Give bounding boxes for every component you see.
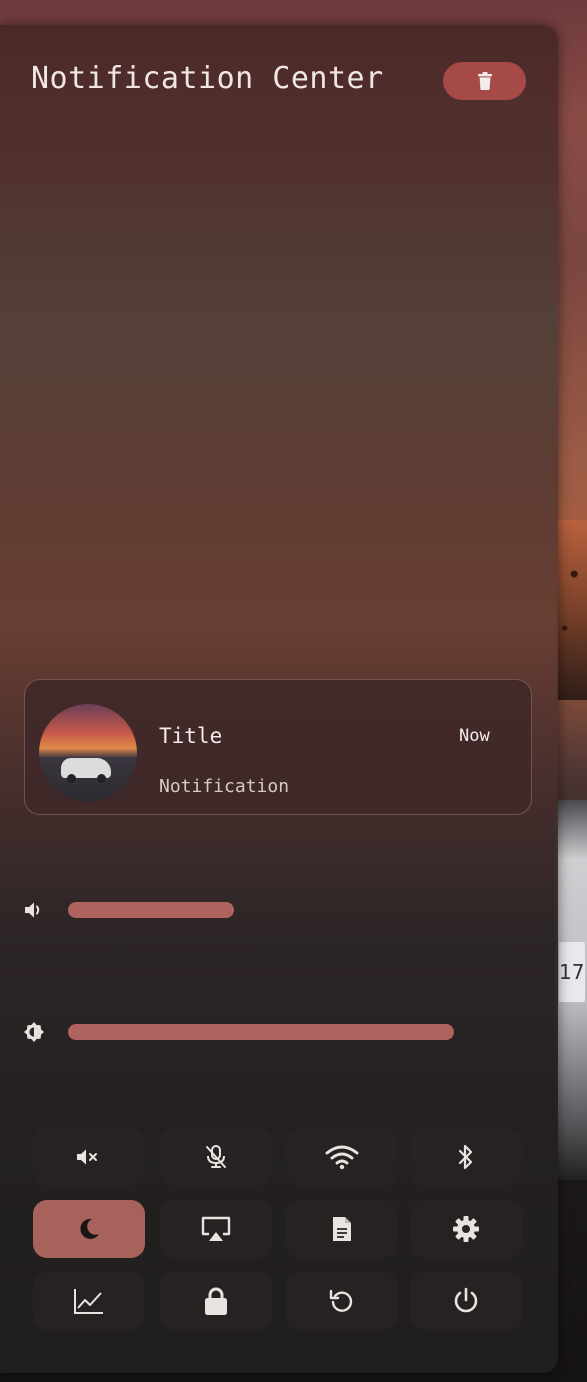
brightness-icon (24, 1022, 44, 1042)
brightness-slider[interactable] (68, 1024, 454, 1040)
mic-off-icon (206, 1145, 226, 1168)
notification-avatar (39, 704, 137, 802)
screen-cast-icon (201, 1216, 231, 1241)
wifi-icon (325, 1145, 359, 1170)
volume-slider-row (22, 898, 542, 922)
notification-body: Notification (159, 776, 290, 797)
notification-time: Now (459, 726, 490, 746)
notification-center-panel: Notification Center Title Now Notificati… (0, 25, 558, 1373)
brightness-slider-fill (68, 1024, 454, 1040)
trash-icon (477, 72, 492, 90)
toggle-lock[interactable] (160, 1272, 272, 1330)
chart-line-icon (74, 1289, 103, 1314)
restart-icon (329, 1289, 353, 1312)
document-icon (333, 1217, 351, 1241)
toggle-notes[interactable] (286, 1200, 398, 1258)
lock-icon (205, 1287, 227, 1315)
moon-icon (80, 1218, 99, 1239)
panel-title: Notification Center (31, 61, 384, 96)
volume-slider[interactable] (68, 902, 454, 918)
toggle-wifi[interactable] (286, 1128, 398, 1186)
bluetooth-icon (458, 1144, 473, 1170)
avatar-wheel-rear (97, 774, 106, 783)
volume-icon (25, 902, 40, 918)
toggle-do-not-disturb[interactable] (33, 1200, 145, 1258)
brightness-slider-row (22, 1020, 542, 1044)
toggle-bluetooth[interactable] (410, 1128, 522, 1186)
clear-all-button[interactable] (443, 62, 526, 100)
speaker-muted-icon (77, 1149, 97, 1165)
volume-slider-fill (68, 902, 234, 918)
power-icon (454, 1287, 478, 1313)
wallpaper-tree (555, 520, 587, 700)
toggle-cast[interactable] (160, 1200, 272, 1258)
notification-title: Title (159, 724, 223, 748)
toggle-mute[interactable] (33, 1128, 145, 1186)
wallpaper-license-plate: 170 (559, 942, 585, 1002)
notification-card[interactable]: Title Now Notification (24, 679, 532, 815)
gear-icon (453, 1216, 479, 1242)
toggle-monitor[interactable] (33, 1272, 145, 1330)
toggle-microphone[interactable] (160, 1128, 272, 1186)
toggle-settings[interactable] (410, 1200, 522, 1258)
avatar-wheel-front (67, 774, 76, 783)
toggle-power[interactable] (410, 1272, 522, 1330)
toggle-restart[interactable] (286, 1272, 398, 1330)
